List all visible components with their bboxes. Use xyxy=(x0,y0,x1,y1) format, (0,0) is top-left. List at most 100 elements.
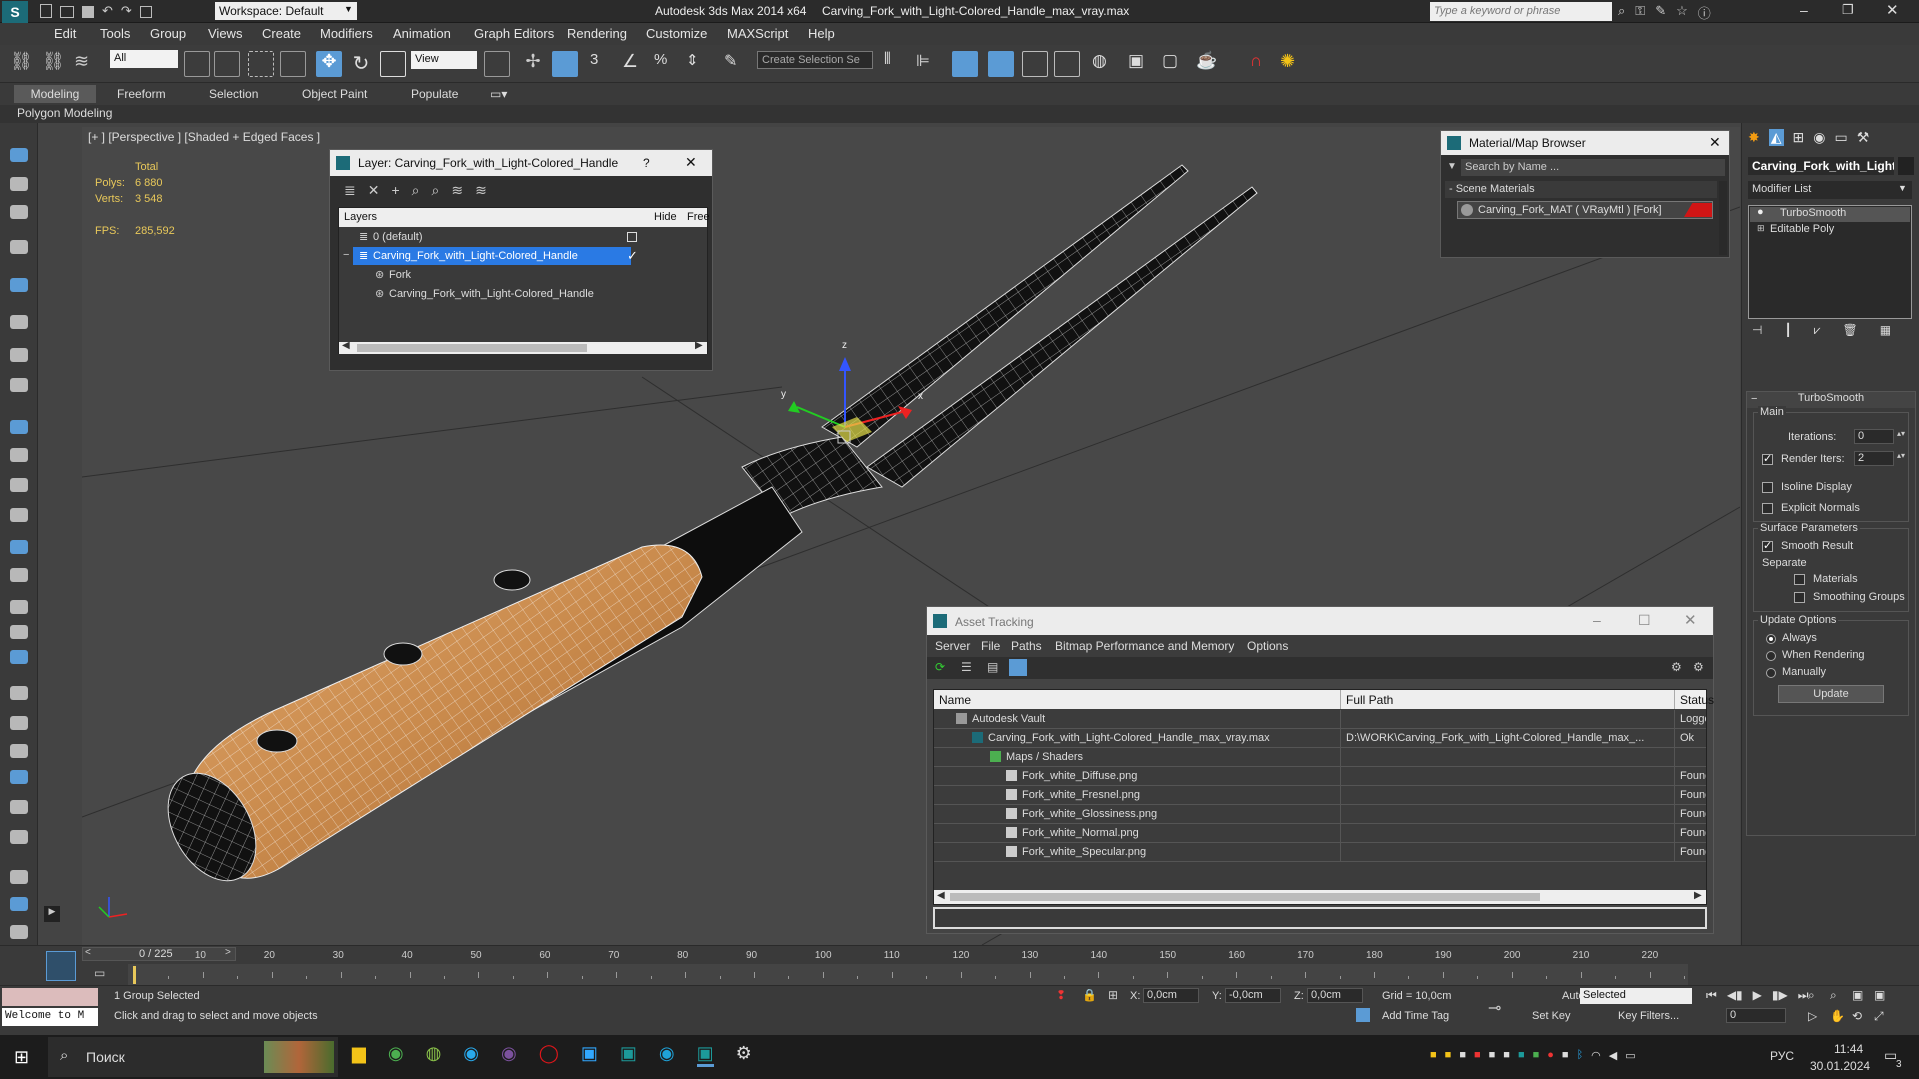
pivot-center-icon[interactable] xyxy=(484,51,510,77)
menu-rendering[interactable]: Rendering xyxy=(567,26,627,41)
layer-row-group-object[interactable]: ⊛ Carving_Fork_with_Light-Colored_Handle xyxy=(339,285,707,304)
layer-list-hscroll[interactable]: ◀ ▶ xyxy=(339,340,707,354)
vault-settings-icon[interactable]: ⚙ xyxy=(1693,660,1704,674)
link-icon[interactable]: ⛓ xyxy=(10,51,36,77)
highlight-layer-icon[interactable]: ⌕ xyxy=(432,182,440,199)
isoline-checkbox[interactable] xyxy=(1762,482,1773,493)
display-tab-icon[interactable]: ▭ xyxy=(1834,129,1847,146)
smoothing-groups-checkbox[interactable] xyxy=(1794,592,1805,603)
curve-editor-icon[interactable] xyxy=(1022,51,1048,77)
col-layers[interactable]: Layers xyxy=(344,211,377,223)
systems-icon[interactable] xyxy=(10,420,28,434)
key-icon[interactable]: ⚿ xyxy=(1635,3,1645,22)
select-in-layer-icon[interactable]: ⌕ xyxy=(412,182,420,199)
render-setup-icon[interactable]: ▣ xyxy=(1128,51,1154,77)
named-selection-dropdown[interactable]: Create Selection Se xyxy=(757,51,873,69)
selection-filter-dropdown[interactable]: All xyxy=(110,50,178,68)
binoculars-icon[interactable]: ⌕ xyxy=(1618,3,1625,22)
window-crossing-icon[interactable] xyxy=(280,51,306,77)
asset-tracking-maximize[interactable]: ☐ xyxy=(1638,612,1651,629)
asset-row[interactable]: Autodesk Vault Logge xyxy=(934,710,1706,729)
ribbon-tab-freeform[interactable]: Freeform xyxy=(117,87,166,101)
ribbon-tab-selection[interactable]: Selection xyxy=(209,87,258,101)
maxscript-listener-input[interactable] xyxy=(2,988,98,1006)
tray-icon[interactable]: ■ xyxy=(1459,1049,1466,1062)
save-icon[interactable] xyxy=(82,6,94,18)
key-mode-icon[interactable]: ⊸ xyxy=(1488,998,1501,1018)
table-view-icon[interactable] xyxy=(1009,659,1027,676)
material-editor-icon[interactable]: ◍ xyxy=(1092,51,1118,77)
snap-toggle-icon[interactable]: 3 xyxy=(590,51,616,77)
tray-icon[interactable]: ■ xyxy=(1445,1049,1452,1062)
select-by-name-icon[interactable] xyxy=(214,51,240,77)
go-start-icon[interactable]: ⏮ xyxy=(1706,988,1717,1003)
cylinder-icon[interactable] xyxy=(10,508,28,522)
current-layer-box-icon[interactable] xyxy=(627,232,637,242)
object-color-swatch[interactable] xyxy=(1898,157,1914,175)
asset-row[interactable]: Fork_white_Glossiness.png Found xyxy=(934,805,1706,824)
viewport-layout-icon[interactable] xyxy=(46,951,76,981)
schematic-view-icon[interactable] xyxy=(1054,51,1080,77)
pan-icon[interactable]: ✋ xyxy=(1830,1009,1852,1024)
ruler-icon[interactable] xyxy=(10,205,28,219)
opera-icon[interactable]: ◯ xyxy=(539,1043,559,1067)
update-button[interactable]: Update xyxy=(1778,685,1884,703)
modifier-list-dropdown[interactable]: Modifier List xyxy=(1748,181,1912,199)
layer-row-fork-object[interactable]: ⊛ Fork xyxy=(339,266,707,285)
make-unique-icon[interactable]: ⩗ xyxy=(1814,323,1821,338)
set-key-button[interactable]: Set Key xyxy=(1532,1010,1571,1022)
percent-snap-icon[interactable]: % xyxy=(654,51,680,77)
close-button[interactable]: ✕ xyxy=(1886,1,1899,19)
always-radio[interactable] xyxy=(1766,634,1776,644)
input-language[interactable]: РУС xyxy=(1770,1049,1794,1063)
tube-icon[interactable] xyxy=(10,540,28,554)
menu-animation[interactable]: Animation xyxy=(393,26,451,41)
chrome-icon[interactable]: ◉ xyxy=(388,1043,404,1067)
asset-row[interactable]: Maps / Shaders xyxy=(934,748,1706,767)
curve-editor-mini-icon[interactable]: ▭ xyxy=(94,966,105,980)
menu-server[interactable]: Server xyxy=(935,639,970,653)
geosphere-icon[interactable] xyxy=(10,650,28,664)
track-bar[interactable]: 10 20 30 40 50 60 70 80 90 100 110 120 130 140 150 160 1… xyxy=(128,950,1688,986)
new-file-icon[interactable] xyxy=(40,4,52,18)
hide-all-icon[interactable]: ≋ xyxy=(451,182,463,199)
col-hide[interactable]: Hide xyxy=(654,211,677,223)
clock-time[interactable]: 11:44 xyxy=(1834,1042,1863,1056)
scroll-right-icon[interactable]: ▶ xyxy=(1694,890,1702,901)
material-search-input[interactable]: Search by Name ... xyxy=(1461,159,1725,176)
layer-manager-icon[interactable] xyxy=(952,51,978,77)
add-time-tag[interactable]: Add Time Tag xyxy=(1382,1010,1449,1022)
3dsmax-active-icon[interactable]: ▣ xyxy=(696,1043,714,1067)
material-browser-titlebar[interactable]: Material/Map Browser ✕ xyxy=(1441,131,1729,155)
plane-icon[interactable] xyxy=(10,448,28,462)
scroll-left-icon[interactable]: ◀ xyxy=(937,890,945,901)
create-tab-icon[interactable]: ✸ xyxy=(1748,129,1760,146)
object-name-field[interactable]: Carving_Fork_with_Light xyxy=(1748,157,1894,175)
scroll-thumb[interactable] xyxy=(357,344,587,352)
rect-selection-icon[interactable] xyxy=(248,51,274,77)
maximize-viewport-icon[interactable]: ⤢ xyxy=(1874,1009,1896,1024)
wifi-icon[interactable]: ◠ xyxy=(1591,1049,1601,1062)
viber-icon[interactable]: ◉ xyxy=(501,1043,517,1067)
maximize-button[interactable]: ❐ xyxy=(1842,2,1854,18)
bind-spacewarp-icon[interactable]: ≋ xyxy=(74,51,100,77)
menu-edit[interactable]: Edit xyxy=(54,26,76,41)
ribbon-toggle-icon[interactable] xyxy=(988,51,1014,77)
sun-icon[interactable] xyxy=(10,625,28,639)
sphere-icon[interactable] xyxy=(10,478,28,492)
cloth-icon[interactable] xyxy=(10,830,28,844)
menu-help[interactable]: Help xyxy=(808,26,835,41)
bluetooth-icon[interactable]: ᛒ xyxy=(1577,1049,1584,1062)
edge-icon[interactable]: ◉ xyxy=(659,1043,675,1067)
rotate-icon[interactable]: ↻ xyxy=(348,51,374,77)
stack-item-editable-poly[interactable]: Editable Poly xyxy=(1750,223,1910,238)
app-icon[interactable]: ◍ xyxy=(426,1043,442,1067)
asset-row[interactable]: Carving_Fork_with_Light-Colored_Handle_m… xyxy=(934,729,1706,748)
freeze-all-icon[interactable]: ≋ xyxy=(475,182,487,199)
current-frame-field[interactable]: 0 xyxy=(1726,1008,1786,1023)
layer-row-fork-layer[interactable]: − ≣ Carving_Fork_with_Light-Colored_Hand… xyxy=(339,247,707,266)
scroll-right-icon[interactable]: ▶ xyxy=(695,340,703,351)
menu-paths[interactable]: Paths xyxy=(1011,639,1042,653)
time-tag-icon[interactable] xyxy=(1356,1008,1370,1022)
help-search-input[interactable]: Type a keyword or phrase xyxy=(1430,2,1612,21)
